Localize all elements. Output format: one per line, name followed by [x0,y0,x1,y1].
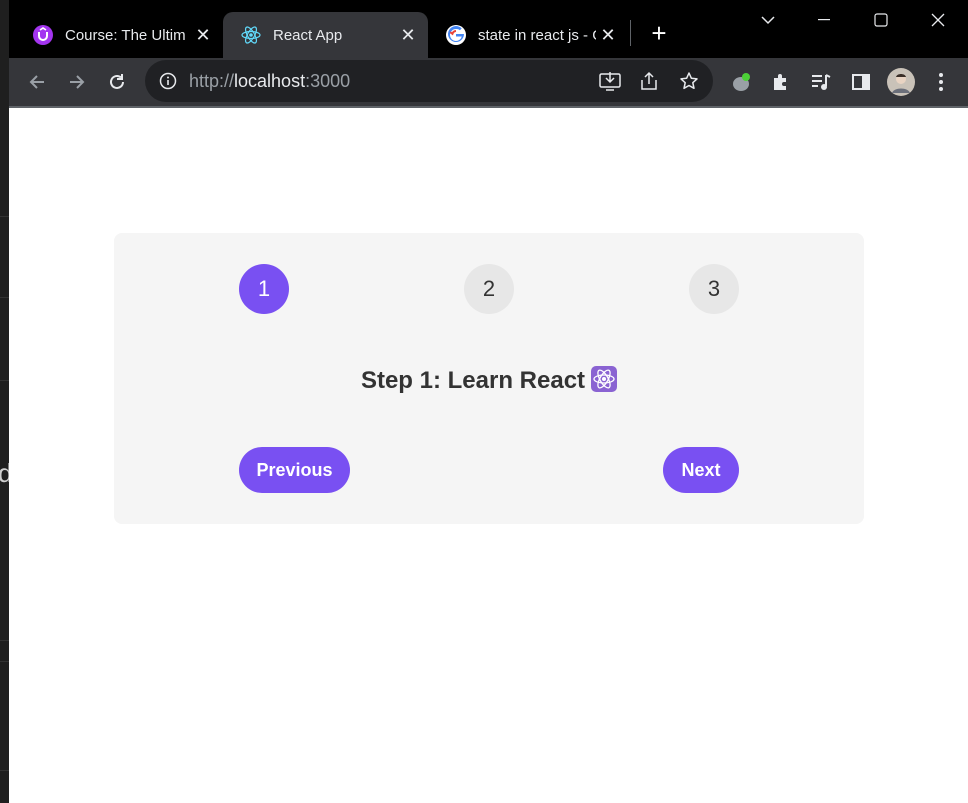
side-panel-button[interactable] [845,66,877,98]
more-vertical-icon [939,73,943,91]
reload-button[interactable] [101,66,133,98]
close-icon[interactable]: ✕ [596,23,620,47]
previous-button[interactable]: Previous [239,447,350,493]
forward-button[interactable] [61,66,93,98]
minimize-icon [818,19,830,21]
next-button[interactable]: Next [663,447,739,493]
google-icon [446,25,466,45]
tab-separator [630,20,631,46]
chevron-down-icon [761,16,775,25]
arrow-left-icon [29,75,44,89]
tab-title: Course: The Ultim [65,26,186,44]
tab-google-search[interactable]: state in react js - G ✕ [428,12,628,58]
url-text: http://localhost:3000 [189,70,351,91]
extensions-button[interactable] [765,66,797,98]
maximize-icon [874,13,888,27]
step-message-text: Step 1: Learn React [360,367,586,394]
react-icon [241,25,261,45]
browser-window: Course: The Ultim ✕ React App ✕ state in… [9,0,968,803]
install-app-icon[interactable] [599,71,621,91]
steps-card: 1 2 3 Step 1: Learn React Previous Next [114,233,864,524]
close-icon [931,13,945,27]
maximize-button[interactable] [858,6,904,34]
side-panel-icon [852,74,870,90]
background-editor-sliver: d [0,0,9,803]
browser-toolbar: http://localhost:3000 [9,58,968,106]
back-button[interactable] [21,66,53,98]
minimize-button[interactable] [801,6,847,34]
atom-emoji-icon [591,366,618,392]
reload-icon [110,74,124,89]
menu-button[interactable] [925,66,957,98]
profile-avatar[interactable] [885,66,917,98]
media-controls-button[interactable] [805,66,837,98]
address-bar[interactable]: http://localhost:3000 [145,60,713,102]
step-3-indicator: 3 [689,264,739,314]
arrow-right-icon [70,75,85,89]
info-icon[interactable] [159,72,177,90]
close-window-button[interactable] [915,6,961,34]
new-tab-button[interactable]: + [645,20,673,48]
share-icon[interactable] [639,71,659,91]
tab-strip: Course: The Ultim ✕ React App ✕ state in… [9,0,968,58]
tab-course[interactable]: Course: The Ultim ✕ [15,12,223,58]
page-content: 1 2 3 Step 1: Learn React Previous Next [9,108,968,803]
tab-search-button[interactable] [745,6,791,34]
extension-mouse-button[interactable] [725,66,757,98]
close-icon[interactable]: ✕ [191,23,215,47]
step-1-indicator: 1 [239,264,289,314]
step-2-indicator: 2 [464,264,514,314]
tab-react-app[interactable]: React App ✕ [223,12,428,58]
mouse-extension-icon [733,73,750,91]
udemy-icon [33,25,53,45]
star-icon[interactable] [679,71,699,91]
step-message: Step 1: Learn React [114,366,864,395]
avatar-icon [887,68,915,96]
puzzle-icon [774,74,786,90]
close-icon[interactable]: ✕ [396,23,420,47]
music-queue-icon [812,74,831,90]
tab-title: state in react js - G [478,26,596,44]
tab-title: React App [273,26,343,44]
